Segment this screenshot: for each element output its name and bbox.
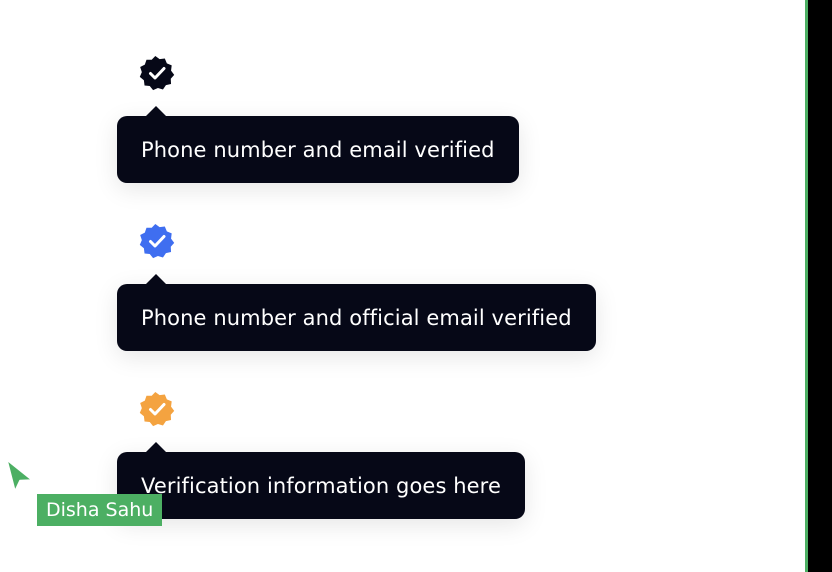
tooltip-text: Verification information goes here (141, 473, 501, 498)
verified-badge-orange-icon[interactable] (137, 389, 177, 429)
window-edge (808, 0, 832, 572)
tooltip-text: Phone number and official email verified (141, 305, 572, 330)
cursor-pointer-icon (4, 458, 34, 492)
verified-badge-blue-icon[interactable] (137, 221, 177, 261)
tooltip-text: Phone number and email verified (141, 137, 495, 162)
collaborator-name: Disha Sahu (46, 499, 154, 521)
verification-tooltip: Phone number and email verified (117, 106, 519, 183)
verification-tooltip: Verification information goes here (117, 442, 525, 519)
verification-tooltip: Phone number and official email verified (117, 274, 596, 351)
collaborator-name-tag: Disha Sahu (37, 494, 163, 526)
canvas: Phone number and email verified Phone nu… (0, 0, 832, 572)
verified-badge-dark-icon[interactable] (137, 53, 177, 93)
